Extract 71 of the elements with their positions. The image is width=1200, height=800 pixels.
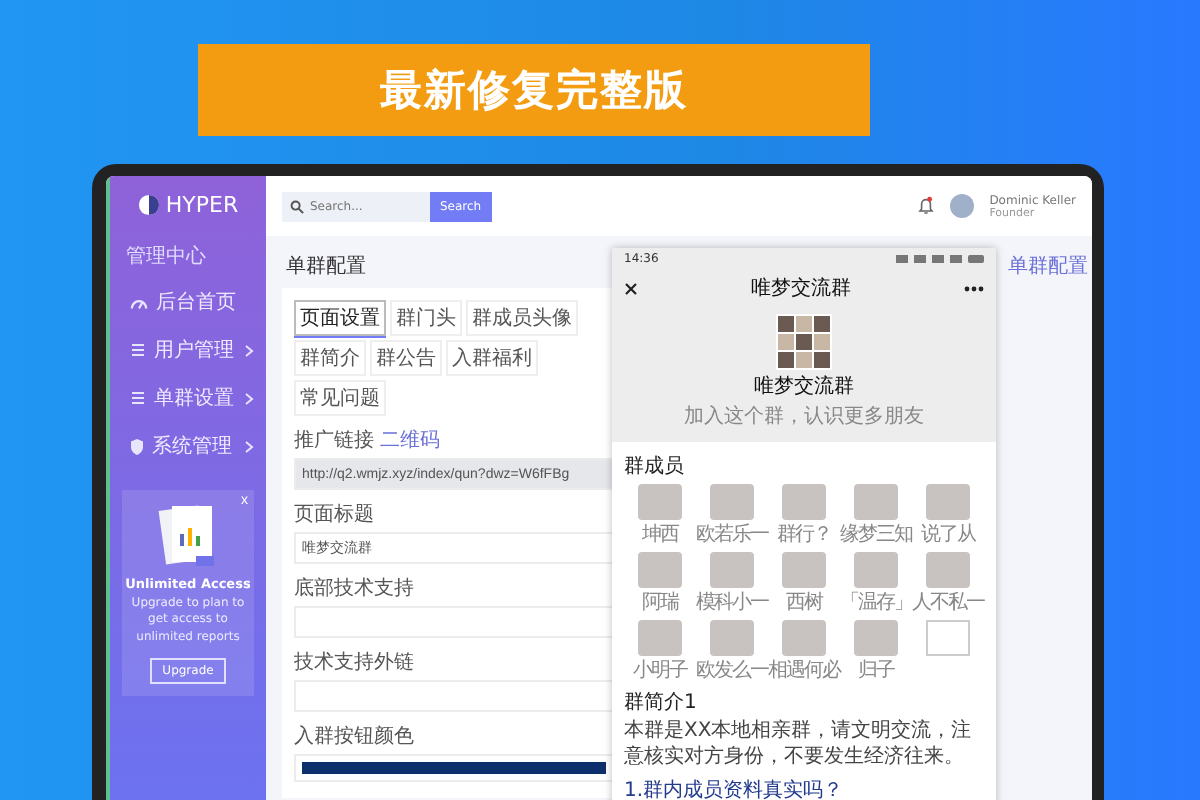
member-photo-placeholder <box>782 620 826 656</box>
field-label: 入群按钮颜色 <box>294 723 414 750</box>
group-avatar <box>776 314 832 370</box>
chat-title: 唯梦交流群 <box>751 275 851 302</box>
tab[interactable]: 群简介 <box>294 340 366 376</box>
nav-item[interactable]: 用户管理 <box>110 326 266 374</box>
member-photo-placeholder <box>782 552 826 588</box>
tab[interactable]: 群门头 <box>390 300 462 336</box>
member-name: 西树 <box>786 589 822 616</box>
tab[interactable]: 群成员头像 <box>466 300 578 336</box>
page-title: 单群配置 <box>286 253 366 280</box>
member-photo-placeholder <box>854 620 898 656</box>
field-label: 底部技术支持 <box>294 575 414 602</box>
input-field[interactable] <box>294 606 614 638</box>
faq-question: 1.群内成员资料真实吗？ <box>624 777 846 800</box>
member-photo-placeholder <box>638 552 682 588</box>
member-photo-placeholder <box>854 484 898 520</box>
section-title: 管理中心 <box>124 243 208 270</box>
status-icons <box>896 254 984 264</box>
field-label: 页面标题 <box>294 501 374 528</box>
members-heading: 群成员 <box>624 453 686 480</box>
group-name: 唯梦交流群 <box>754 373 854 400</box>
field-label: 推广链接 <box>294 427 374 454</box>
input-field[interactable] <box>294 680 614 712</box>
tab[interactable]: 页面设置 <box>294 300 386 336</box>
logo-text: HYPER <box>165 192 239 218</box>
list-icon <box>130 342 146 358</box>
nav-item[interactable]: 系统管理 <box>110 422 266 470</box>
member-photo-placeholder <box>638 620 682 656</box>
promo-banner: 最新修复完整版 <box>198 44 870 136</box>
report-documents-icon <box>158 502 218 570</box>
member-name: 小明子 <box>633 657 687 684</box>
intro-text: 本群是XX本地相亲群，请文明交流，注意核实对方身份，不要发生经济往来。 <box>624 720 974 770</box>
member-name: 归子 <box>858 657 894 684</box>
tab[interactable]: 群公告 <box>370 340 442 376</box>
field-label: 技术支持外链 <box>294 649 414 676</box>
tab[interactable]: 入群福利 <box>446 340 538 376</box>
member-name: 坤西 <box>642 521 678 548</box>
logo-icon <box>137 194 160 216</box>
close-icon[interactable] <box>624 281 638 295</box>
list-icon <box>130 390 146 406</box>
member-photo-placeholder <box>710 552 754 588</box>
member-name: 阿瑞 <box>642 589 678 616</box>
member-name: 欧发么一 <box>696 660 768 684</box>
member-name: 人不私一 <box>912 590 984 616</box>
nav-item[interactable]: 后台首页 <box>110 278 266 326</box>
intro-heading: 群简介1 <box>624 690 699 716</box>
gauge-icon <box>130 295 148 309</box>
member-name: 「温存」 <box>840 589 912 616</box>
broken-image-placeholder <box>926 620 970 656</box>
breadcrumb-link[interactable]: 单群配置 <box>1008 252 1088 280</box>
member-name: 模科小一 <box>696 589 768 616</box>
member-photo-placeholder <box>926 484 970 520</box>
more-icon[interactable] <box>964 285 984 291</box>
member-photo-placeholder <box>854 552 898 588</box>
member-photo-placeholder <box>638 484 682 520</box>
shield-icon <box>130 437 144 455</box>
color-picker-field[interactable] <box>294 754 614 782</box>
member-name: 群行？ <box>777 522 831 548</box>
member-photo-placeholder <box>926 552 970 588</box>
member-name: 说了从 <box>921 521 975 548</box>
group-subtitle: 加入这个群，认识更多朋友 <box>684 403 924 430</box>
member-name: 欧若乐一 <box>696 521 768 548</box>
member-name: 相遇何必 <box>768 657 840 684</box>
bell-icon[interactable] <box>917 196 934 216</box>
member-photo-placeholder <box>710 484 754 520</box>
member-name: 缘梦三知 <box>840 521 912 548</box>
member-photo-placeholder <box>710 620 754 656</box>
tab[interactable]: 常见问题 <box>294 380 386 416</box>
nav-item[interactable]: 单群设置 <box>110 374 266 422</box>
member-photo-placeholder <box>782 484 826 520</box>
